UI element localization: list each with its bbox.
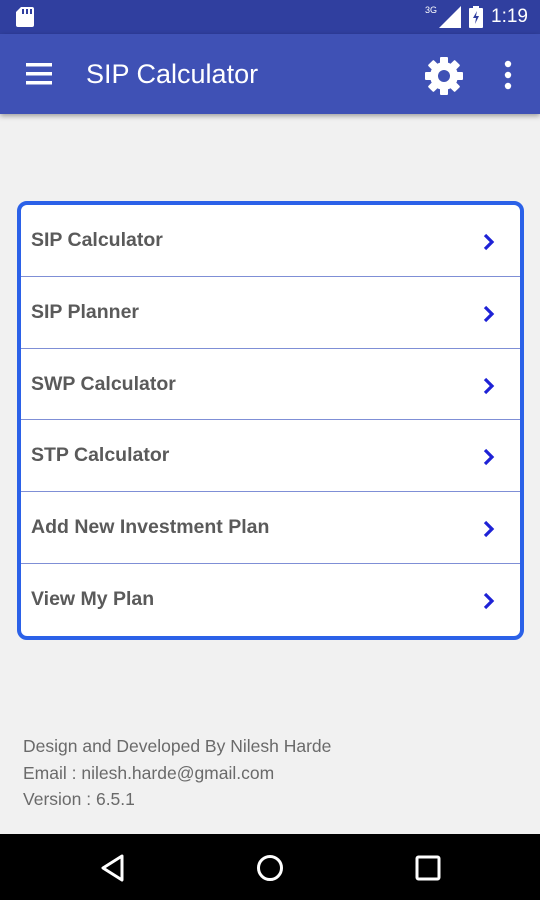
clock: 1:19: [491, 6, 528, 27]
more-vert-icon[interactable]: [496, 58, 520, 92]
menu-item-add-new-investment-plan[interactable]: Add New Investment Plan: [21, 492, 520, 565]
menu-item-view-my-plan[interactable]: View My Plan: [21, 564, 520, 636]
menu-item-label: SWP Calculator: [31, 372, 176, 395]
signal-icon: [439, 6, 462, 28]
home-icon[interactable]: [255, 853, 285, 883]
gear-icon[interactable]: [424, 56, 464, 96]
system-nav-bar: [0, 834, 540, 900]
status-bar: 3G 1:19: [0, 0, 540, 34]
menu-item-label: STP Calculator: [31, 444, 170, 467]
page-title: SIP Calculator: [86, 59, 259, 89]
chevron-right-icon: [483, 449, 495, 466]
hamburger-menu-icon[interactable]: [24, 59, 56, 89]
menu-item-sip-calculator[interactable]: SIP Calculator: [21, 205, 520, 277]
chevron-right-icon: [483, 377, 495, 394]
battery-icon: [469, 6, 484, 28]
menu-item-stp-calculator[interactable]: STP Calculator: [21, 420, 520, 493]
recents-icon[interactable]: [413, 853, 443, 883]
menu-item-label: View My Plan: [31, 588, 155, 611]
developer-email: Email : nilesh.harde@gmail.com: [23, 762, 275, 783]
sd-card-icon: [16, 7, 34, 27]
app-bar: SIP Calculator: [0, 34, 540, 114]
menu-item-label: SIP Calculator: [31, 229, 163, 251]
chevron-right-icon: [483, 521, 495, 538]
developer-credit: Design and Developed By Nilesh Harde: [23, 736, 332, 756]
chevron-right-icon: [483, 233, 495, 251]
network-type: 3G: [425, 5, 438, 15]
back-icon[interactable]: [98, 853, 128, 883]
footer-info: Design and Developed By Nilesh Harde Ema…: [23, 733, 331, 813]
menu-item-sip-planner[interactable]: SIP Planner: [21, 277, 520, 349]
app-version: Version : 6.5.1: [23, 789, 135, 809]
menu-item-swp-calculator[interactable]: SWP Calculator: [21, 349, 520, 421]
menu-item-label: Add New Investment Plan: [31, 516, 270, 539]
menu-item-label: SIP Planner: [31, 300, 140, 323]
chevron-right-icon: [483, 593, 495, 610]
menu-card: SIP Calculator SIP Planner SWP Calculato…: [17, 201, 524, 640]
chevron-right-icon: [483, 305, 495, 322]
